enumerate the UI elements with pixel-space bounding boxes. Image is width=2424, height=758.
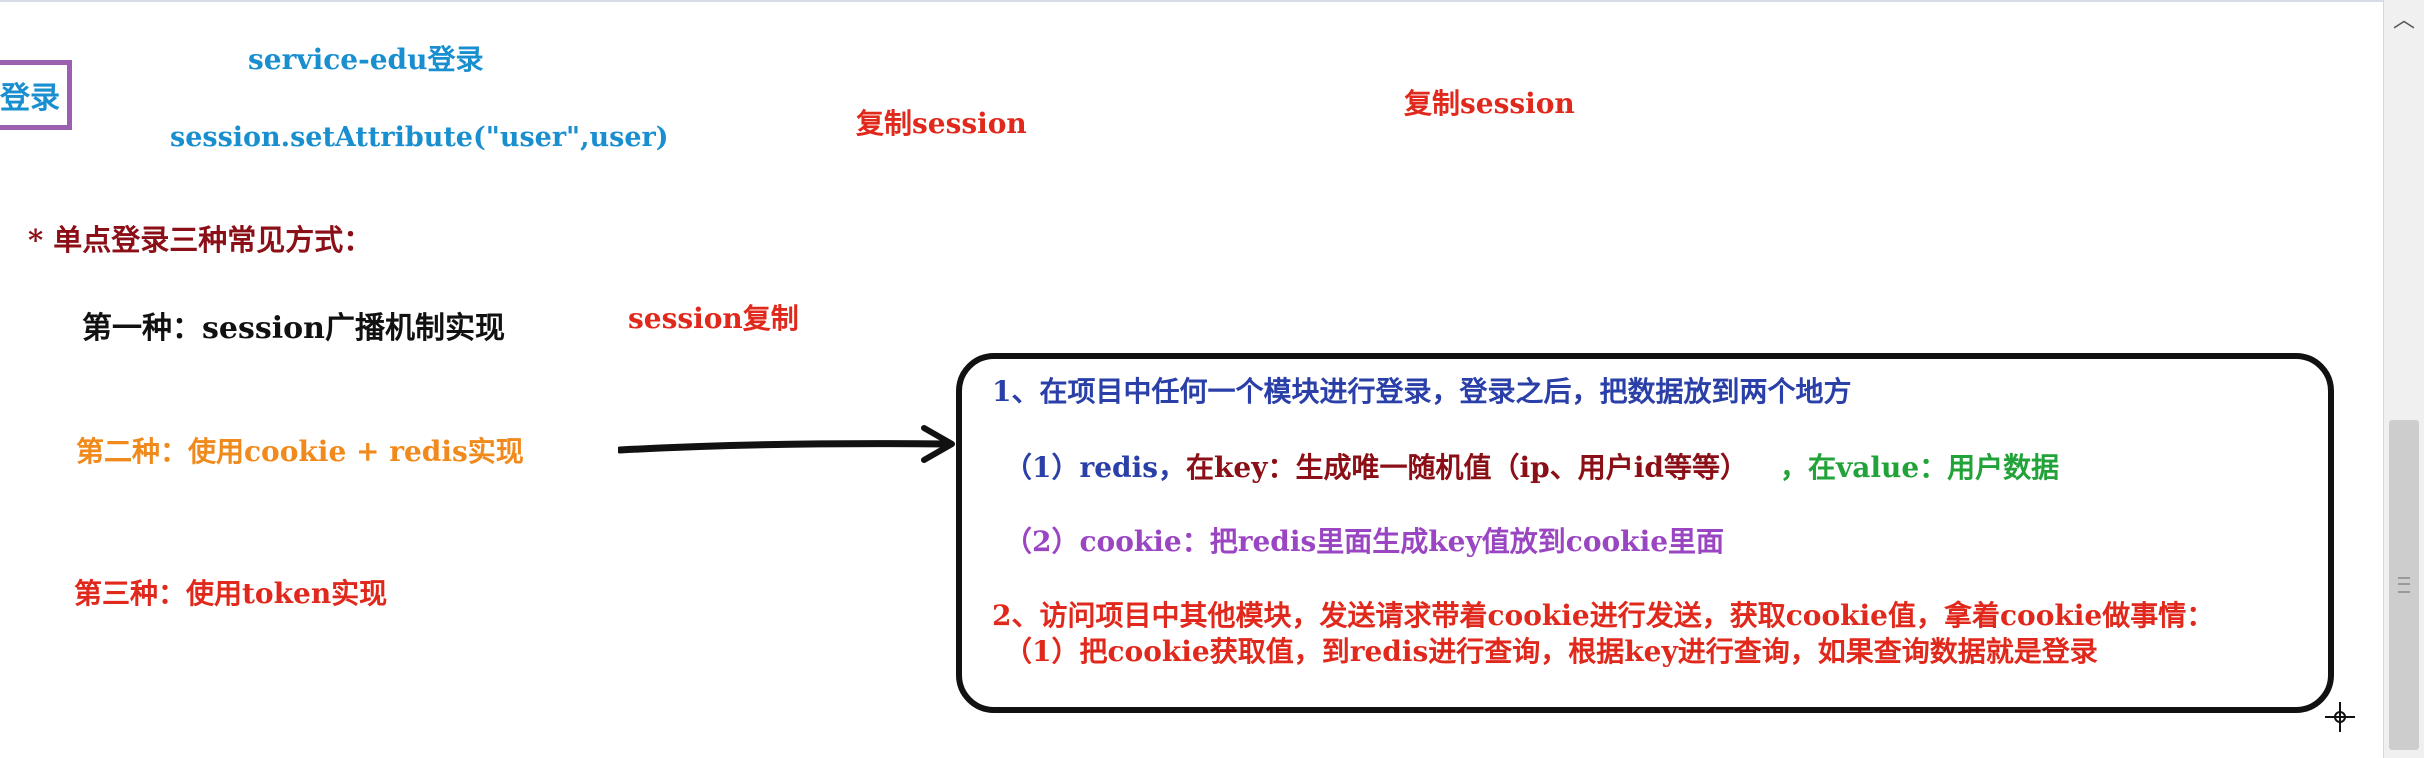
methods-heading: * 单点登录三种常见方式： (28, 223, 373, 257)
scrollbar-thumb[interactable] (2389, 420, 2419, 750)
copy-session-label-1: 复制session (856, 107, 1027, 140)
top-divider (0, 0, 2384, 2)
method-third: 第三种：使用token实现 (74, 577, 388, 610)
right-arrow-icon (618, 425, 955, 463)
copy-session-label-2: 复制session (1404, 87, 1575, 120)
vertical-scrollbar[interactable]: ︿ (2383, 0, 2424, 758)
note-line-3: （2）cookie：把redis里面生成key值放到cookie里面 (1004, 525, 1725, 558)
method-first: 第一种：session广播机制实现 (82, 311, 505, 346)
note-line-2-prefix: （1）redis， (1004, 451, 1187, 484)
chevron-up-icon[interactable]: ︿ (2384, 0, 2424, 36)
service-label: service-edu登录 (248, 43, 484, 76)
grip-icon (2398, 577, 2410, 593)
login-box-label: 登录 (0, 81, 60, 116)
note-line-2: （1）redis，在key：生成唯一随机值（ip、用户id等等） ，在value：… (1004, 454, 2059, 482)
method-first-note: session复制 (628, 302, 799, 335)
crosshair-cursor-icon (2325, 702, 2355, 732)
note-line-1: 1、在项目中任何一个模块进行登录，登录之后，把数据放到两个地方 (992, 375, 1852, 408)
note-line-2-value: ，在value：用户数据 (1779, 451, 2060, 484)
method-second: 第二种：使用cookie + redis实现 (76, 435, 524, 468)
note-line-5: （1）把cookie获取值，到redis进行查询，根据key进行查询，如果查询数… (1004, 635, 2098, 668)
login-box: 登录 (0, 60, 72, 130)
session-code: session.setAttribute("user",user) (170, 122, 669, 153)
whiteboard-canvas: service-edu登录 登录 session.setAttribute("u… (0, 0, 2384, 758)
note-line-4: 2、访问项目中其他模块，发送请求带着cookie进行发送，获取cookie值，拿… (992, 599, 2215, 632)
note-line-2-key: 在key：生成唯一随机值（ip、用户id等等） (1186, 451, 1734, 484)
